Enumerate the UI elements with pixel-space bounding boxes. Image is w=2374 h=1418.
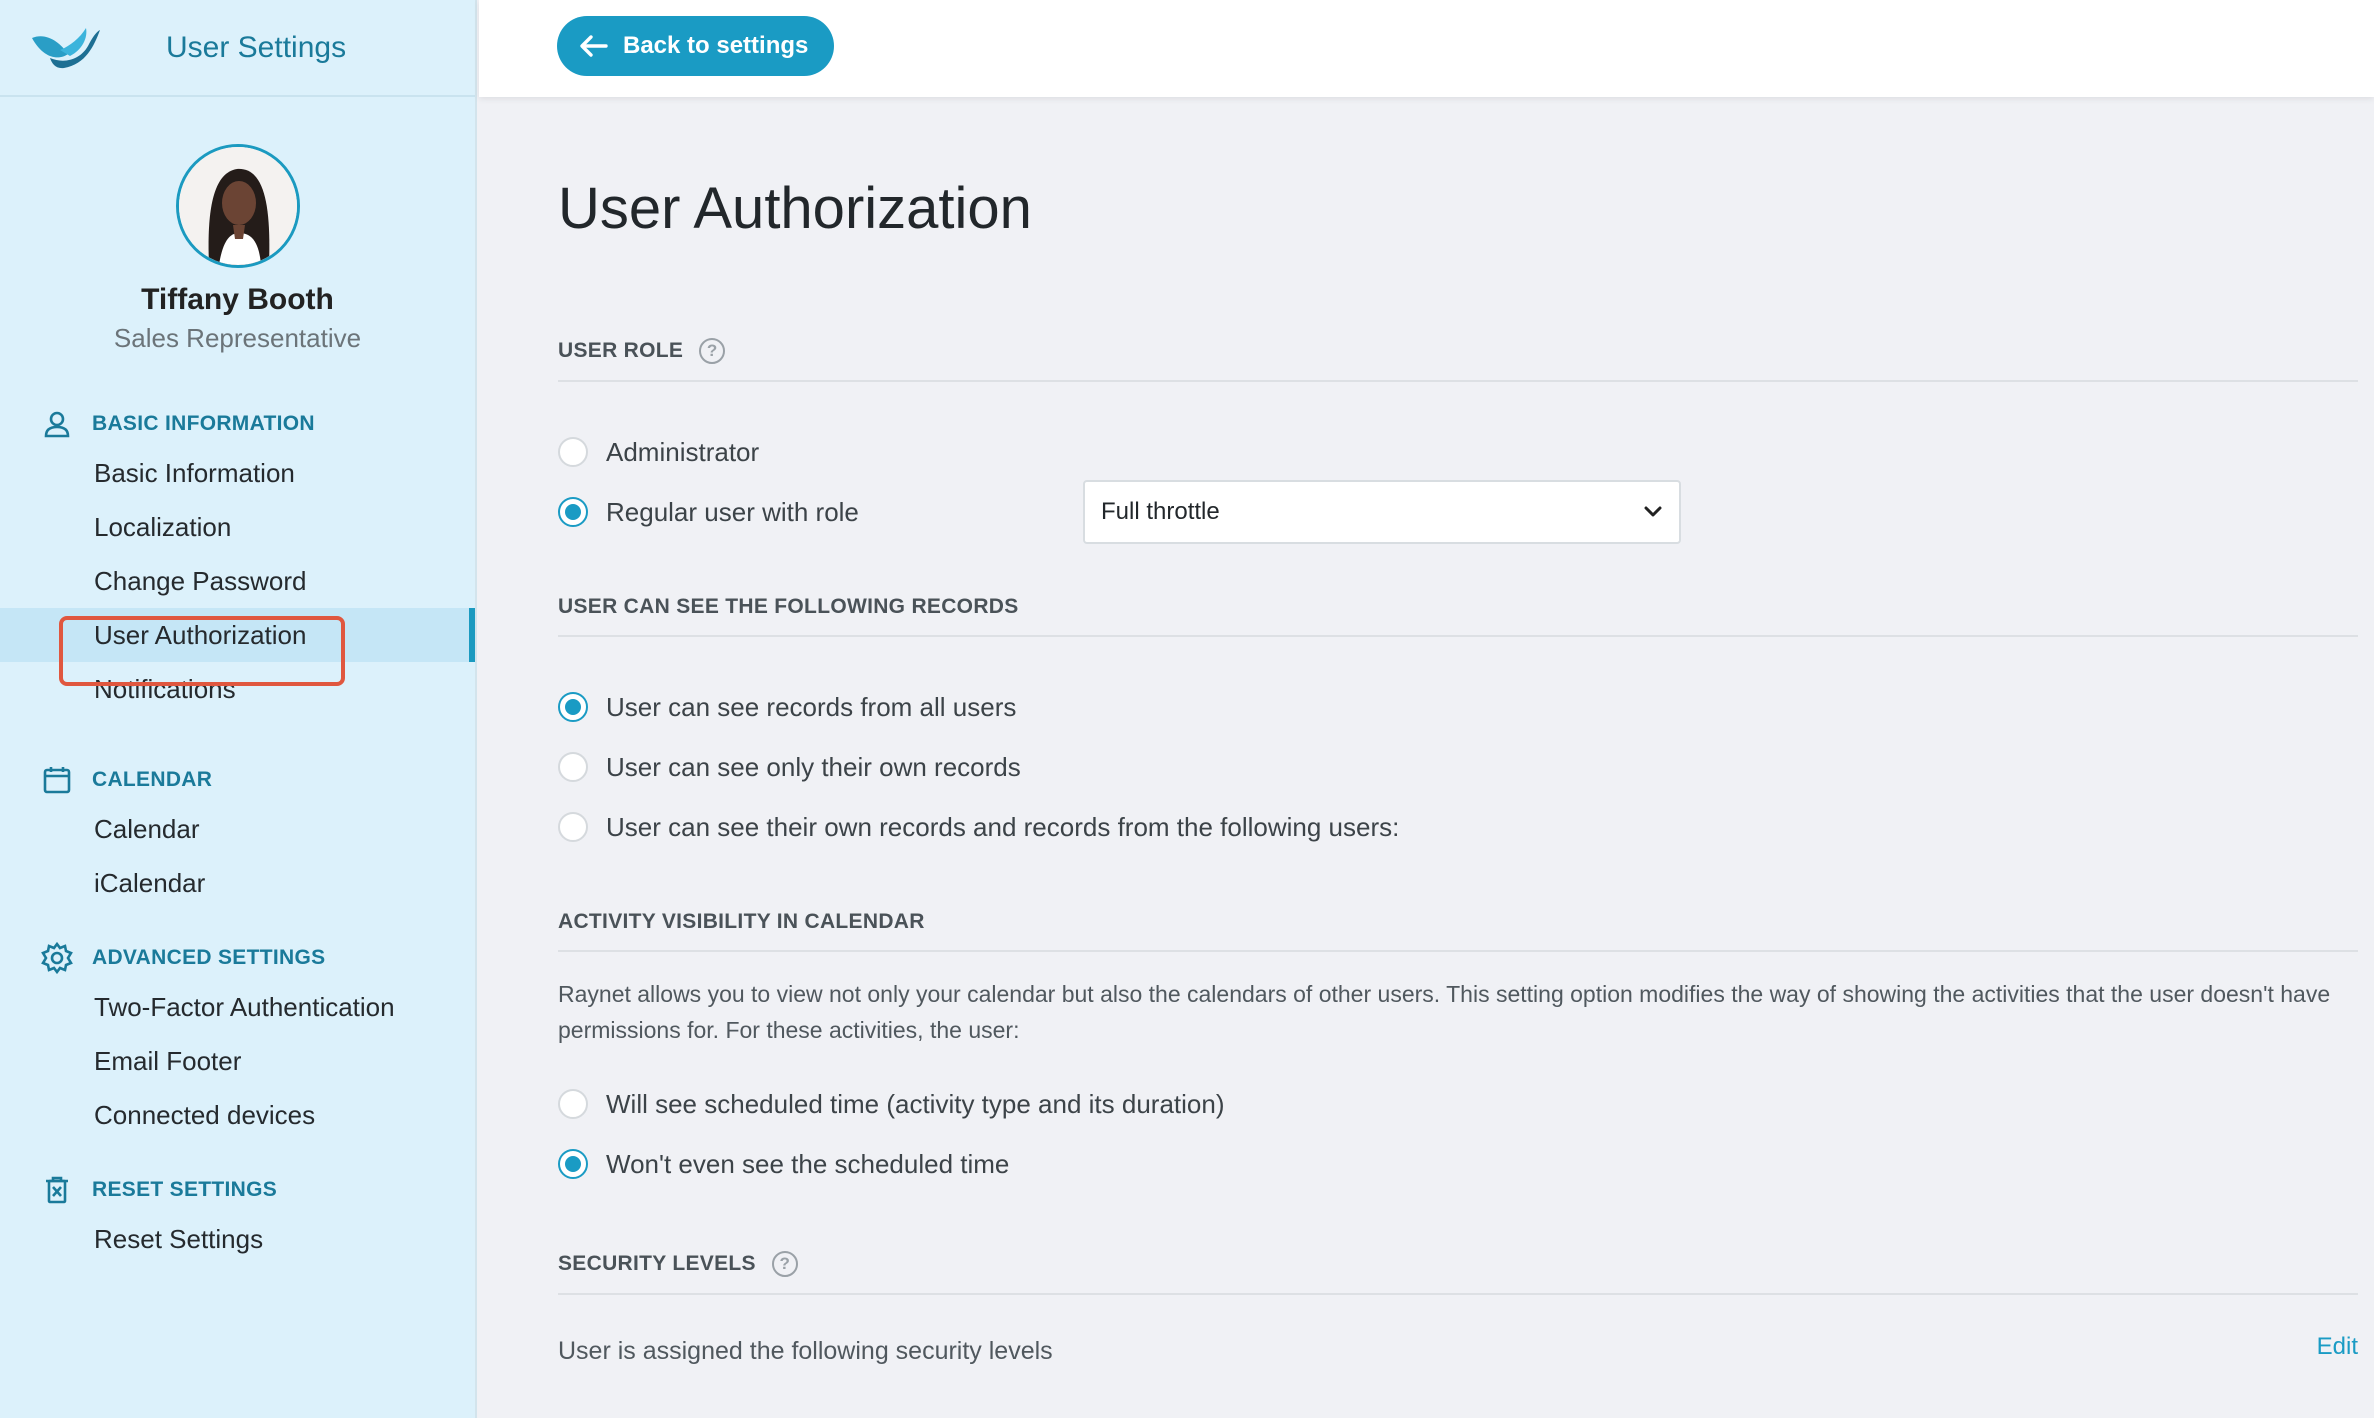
role-select-value: Full throttle <box>1101 498 1220 525</box>
sidebar-item-localization[interactable]: Localization <box>0 500 475 554</box>
radio-label: User can see records from all users <box>606 691 1017 722</box>
security-levels-text: User is assigned the following security … <box>558 1337 1053 1365</box>
sidebar-item-reset-settings[interactable]: Reset Settings <box>0 1212 475 1266</box>
back-button-label: Back to settings <box>623 32 809 59</box>
radio-label: Won't even see the scheduled time <box>606 1148 1010 1179</box>
profile: Tiffany Booth Sales Representative <box>0 97 475 354</box>
section-label: CALENDAR <box>92 768 213 791</box>
radio-administrator[interactable]: Administrator <box>558 422 2358 482</box>
sidebar-item-icalendar[interactable]: iCalendar <box>0 856 475 910</box>
user-role-heading: USER ROLE ? <box>558 338 2358 382</box>
help-icon[interactable]: ? <box>771 1251 798 1277</box>
edit-security-levels-link[interactable]: Edit <box>2317 1333 2358 1361</box>
sidebar-header: User Settings <box>0 0 475 97</box>
radio-wont-see-scheduled-time[interactable]: Won't even see the scheduled time <box>558 1134 2358 1194</box>
sidebar-nav: BASIC INFORMATION Basic Information Loca… <box>0 404 475 1266</box>
radio-records-own[interactable]: User can see only their own records <box>558 737 2358 797</box>
sidebar: User Settings Tiffany Booth Sales Repres… <box>0 0 477 1418</box>
section-label: RESET SETTINGS <box>92 1178 278 1201</box>
radio-see-scheduled-time[interactable]: Will see scheduled time (activity type a… <box>558 1074 2358 1134</box>
security-levels-section: SECURITY LEVELS ? User is assigned the f… <box>558 1251 2358 1365</box>
sidebar-item-email-footer[interactable]: Email Footer <box>0 1034 475 1088</box>
records-section: USER CAN SEE THE FOLLOWING RECORDS User … <box>558 595 2358 857</box>
radio-button[interactable] <box>558 752 588 782</box>
role-select[interactable]: Full throttle <box>1083 480 1681 544</box>
main-content: User Authorization USER ROLE ? Administr… <box>558 97 2358 1365</box>
sidebar-item-calendar[interactable]: Calendar <box>0 802 475 856</box>
radio-label: Administrator <box>606 436 760 467</box>
sidebar-item-connected-devices[interactable]: Connected devices <box>0 1088 475 1142</box>
trash-icon <box>40 1173 74 1207</box>
section-label: BASIC INFORMATION <box>92 412 315 435</box>
activity-visibility-heading: ACTIVITY VISIBILITY IN CALENDAR <box>558 910 2358 952</box>
records-heading: USER CAN SEE THE FOLLOWING RECORDS <box>558 595 2358 637</box>
avatar[interactable] <box>175 144 300 268</box>
activity-visibility-section: ACTIVITY VISIBILITY IN CALENDAR Raynet a… <box>558 910 2358 1194</box>
security-levels-heading: SECURITY LEVELS ? <box>558 1251 2358 1295</box>
back-to-settings-button[interactable]: Back to settings <box>557 16 835 76</box>
sidebar-item-change-password[interactable]: Change Password <box>0 554 475 608</box>
user-role-section: USER ROLE ? Administrator Regular user w… <box>558 338 2358 544</box>
sidebar-item-user-authorization[interactable]: User Authorization <box>0 608 475 662</box>
user-icon <box>40 407 74 441</box>
section-reset-settings: RESET SETTINGS <box>0 1170 475 1210</box>
radio-button[interactable] <box>558 1089 588 1119</box>
arrow-left-icon <box>580 35 608 57</box>
section-heading-text: USER CAN SEE THE FOLLOWING RECORDS <box>558 595 1019 618</box>
radio-label: Regular user with role <box>606 496 859 527</box>
radio-label: Will see scheduled time (activity type a… <box>606 1088 1225 1119</box>
help-icon[interactable]: ? <box>699 338 726 364</box>
app-title: User Settings <box>166 30 347 64</box>
sidebar-item-notifications[interactable]: Notifications <box>0 662 475 716</box>
section-label: ADVANCED SETTINGS <box>92 946 326 969</box>
sidebar-item-two-factor-authentication[interactable]: Two-Factor Authentication <box>0 980 475 1034</box>
radio-records-all-users[interactable]: User can see records from all users <box>558 677 2358 737</box>
sidebar-item-basic-information[interactable]: Basic Information <box>0 446 475 500</box>
user-name: Tiffany Booth <box>141 283 334 316</box>
radio-button[interactable] <box>558 812 588 842</box>
section-heading-text: SECURITY LEVELS <box>558 1252 756 1275</box>
topbar: Back to settings <box>479 0 2374 97</box>
section-heading-text: USER ROLE <box>558 339 684 362</box>
radio-button[interactable] <box>558 497 588 527</box>
section-advanced-settings: ADVANCED SETTINGS <box>0 938 475 978</box>
user-role: Sales Representative <box>113 323 362 353</box>
calendar-icon <box>40 763 74 797</box>
radio-records-own-and-following[interactable]: User can see their own records and recor… <box>558 797 2358 857</box>
activity-visibility-description: Raynet allows you to view not only your … <box>558 981 2331 1043</box>
radio-button[interactable] <box>558 1149 588 1179</box>
radio-button[interactable] <box>558 437 588 467</box>
radio-label: User can see only their own records <box>606 751 1021 782</box>
radio-label: User can see their own records and recor… <box>606 811 1400 842</box>
section-heading-text: ACTIVITY VISIBILITY IN CALENDAR <box>558 910 925 933</box>
chevron-down-icon <box>1644 506 1662 517</box>
raynet-logo <box>32 27 100 68</box>
gear-icon <box>40 941 74 975</box>
section-basic-information: BASIC INFORMATION <box>0 404 475 444</box>
radio-button[interactable] <box>558 692 588 722</box>
page-title: User Authorization <box>558 176 1032 241</box>
section-calendar: CALENDAR <box>0 760 475 800</box>
